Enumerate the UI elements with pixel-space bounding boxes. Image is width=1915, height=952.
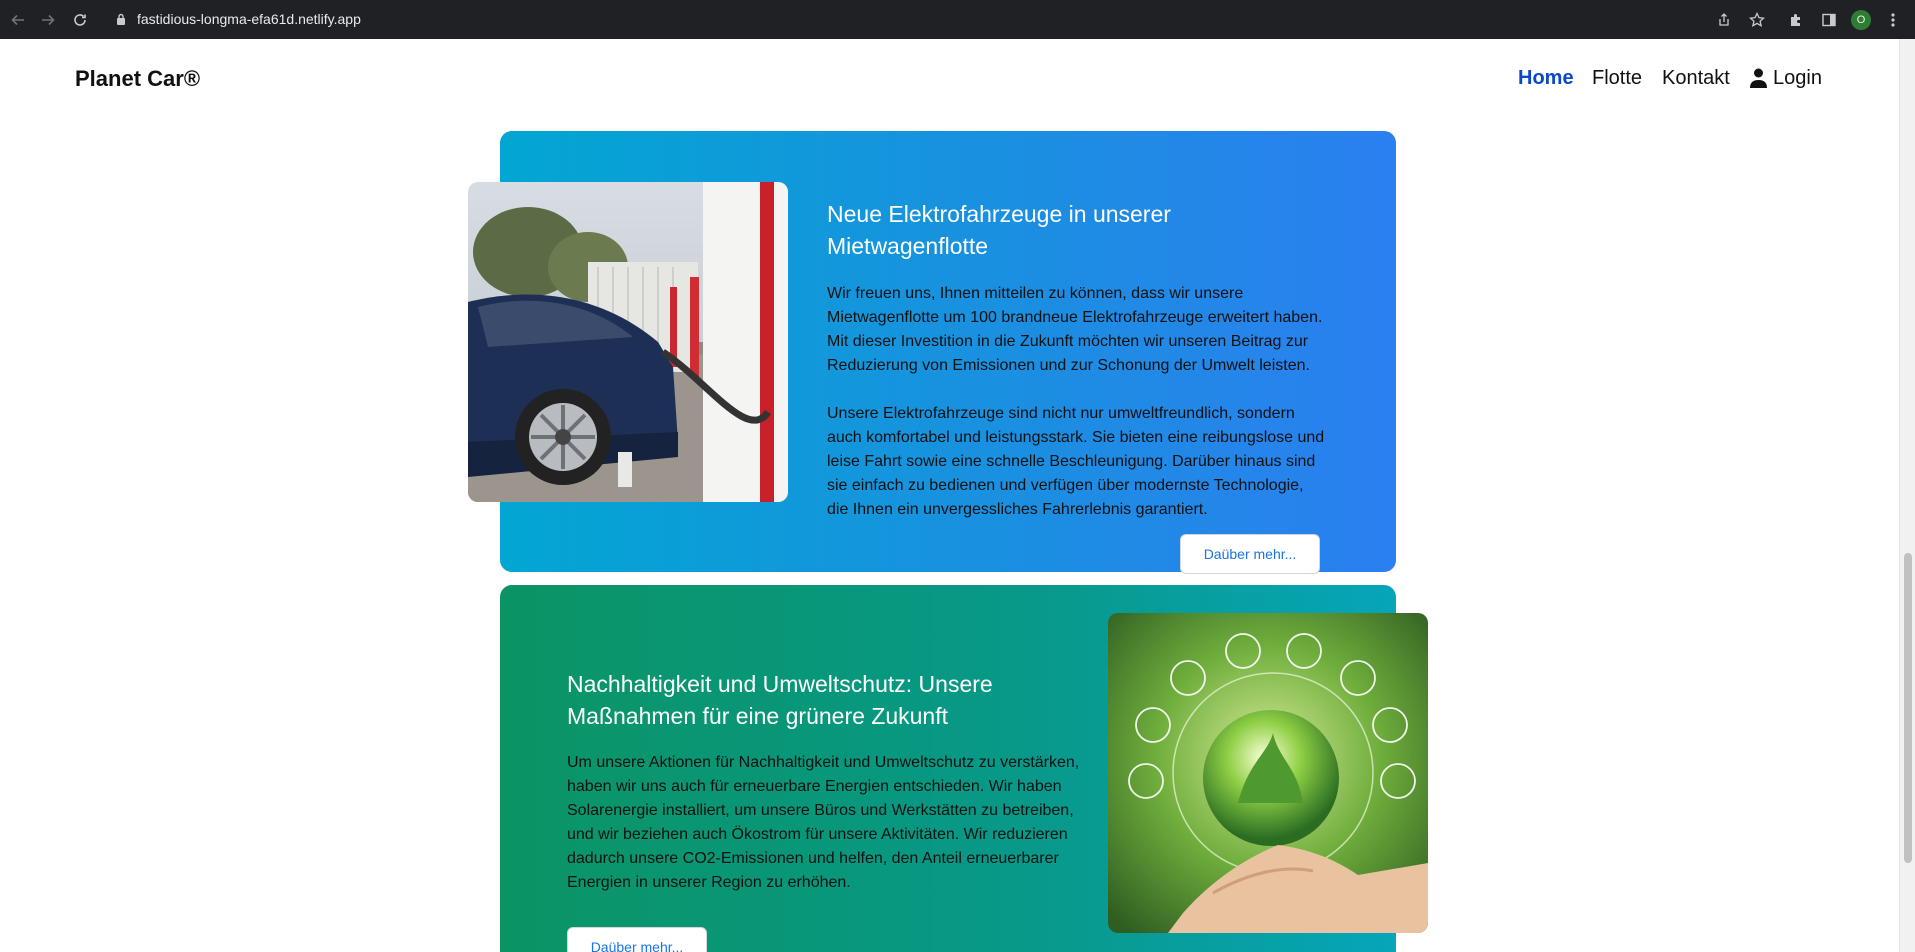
user-icon [1750, 68, 1767, 93]
card1-more-button[interactable]: Daüber mehr... [1180, 534, 1320, 574]
page-content: Planet Car® Home Flotte Kontakt Login Ne… [0, 39, 1899, 952]
nav-link-kontakt[interactable]: Kontakt [1662, 67, 1730, 90]
card1-paragraph-2: Unsere Elektrofahrzeuge sind nicht nur u… [827, 405, 1325, 518]
extensions-puzzle-icon[interactable] [1785, 9, 1807, 31]
globe-in-hand-image [1108, 613, 1428, 933]
card1-title: Neue Elektrofahrzeuge in unserer Mietwag… [827, 201, 1171, 259]
brand-logo[interactable]: Planet Car® [75, 66, 200, 92]
menu-kebab-icon[interactable] [1882, 9, 1904, 31]
nav-link-flotte[interactable]: Flotte [1592, 67, 1642, 90]
url-text: fastidious-longma-efa61d.netlify.app [137, 11, 361, 27]
bookmark-star-icon[interactable] [1746, 9, 1768, 31]
back-arrow-icon[interactable] [8, 10, 28, 30]
share-icon[interactable] [1713, 9, 1735, 31]
page-scrollbar[interactable] [1899, 39, 1915, 952]
lock-icon [116, 13, 126, 31]
reload-icon[interactable] [70, 10, 90, 30]
profile-avatar[interactable]: O [1851, 10, 1871, 30]
scrollbar-thumb[interactable] [1904, 553, 1912, 863]
side-panel-icon[interactable] [1818, 9, 1840, 31]
card2-more-button[interactable]: Daüber mehr... [567, 927, 707, 952]
card1-paragraph-1: Wir freuen uns, Ihnen mitteilen zu könne… [827, 285, 1323, 374]
nav-link-login[interactable]: Login [1773, 67, 1822, 90]
electric-car-charging-image [468, 182, 788, 502]
card2-title: Nachhaltigkeit und Umweltschutz: Unsere … [567, 671, 993, 729]
site-navbar: Planet Car® Home Flotte Kontakt Login [0, 39, 1899, 119]
nav-link-home[interactable]: Home [1518, 67, 1574, 90]
browser-toolbar: fastidious-longma-efa61d.netlify.app O [0, 0, 1915, 39]
card2-paragraph-1: Um unsere Aktionen für Nachhaltigkeit un… [567, 754, 1080, 891]
forward-arrow-icon[interactable] [38, 10, 58, 30]
